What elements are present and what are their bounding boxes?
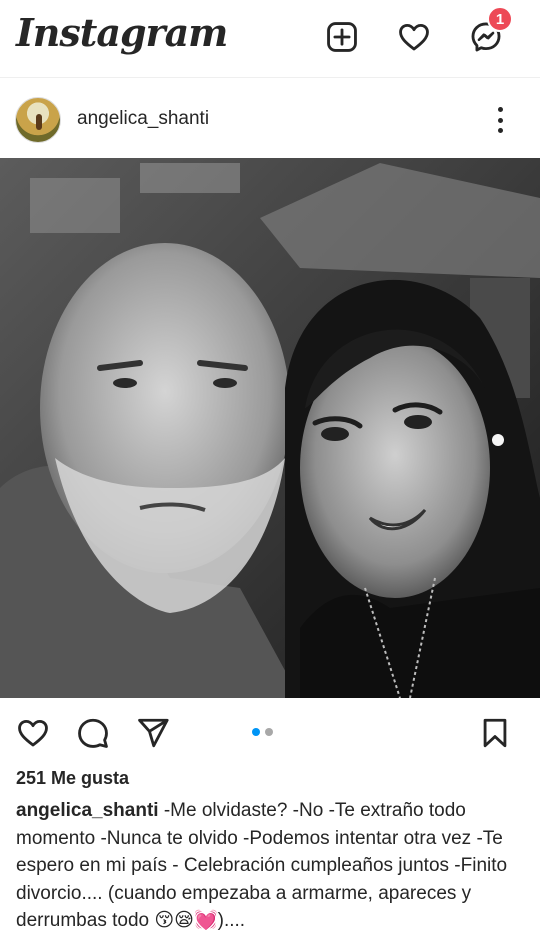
- avatar[interactable]: [15, 97, 61, 143]
- caption-overflow-line: [16, 932, 521, 946]
- save-button[interactable]: [476, 714, 514, 752]
- messages-badge: 1: [487, 6, 513, 32]
- heart-icon: [399, 23, 429, 51]
- carousel-dot-active: [252, 728, 260, 736]
- share-button[interactable]: [134, 714, 172, 752]
- post-caption: angelica_shanti -Me olvidaste? -No -Te e…: [16, 797, 521, 935]
- more-options-button[interactable]: [490, 104, 510, 136]
- activity-button[interactable]: [395, 18, 433, 56]
- dot-icon: [497, 128, 503, 133]
- bookmark-icon: [483, 718, 507, 748]
- post-username[interactable]: angelica_shanti: [77, 108, 209, 130]
- top-bar: Instagram 1: [0, 0, 540, 78]
- post-photo[interactable]: [0, 158, 540, 698]
- plus-square-icon: [327, 22, 357, 52]
- app-logo[interactable]: Instagram: [16, 10, 228, 55]
- new-post-button[interactable]: [323, 18, 361, 56]
- likes-count[interactable]: 251 Me gusta: [16, 768, 129, 789]
- post-header: angelica_shanti: [0, 92, 540, 148]
- comment-button[interactable]: [74, 714, 112, 752]
- paper-plane-icon: [138, 718, 169, 748]
- dot-icon: [497, 107, 503, 112]
- like-button[interactable]: [14, 714, 52, 752]
- dot-icon: [497, 117, 503, 123]
- caption-username[interactable]: angelica_shanti: [16, 800, 159, 821]
- carousel-indicator: [252, 728, 273, 736]
- carousel-dot: [265, 728, 273, 736]
- messages-button[interactable]: 1: [467, 6, 513, 56]
- photo-image: [0, 158, 540, 698]
- heart-icon: [18, 719, 48, 747]
- comment-icon: [78, 718, 108, 748]
- post-actions: [0, 708, 540, 758]
